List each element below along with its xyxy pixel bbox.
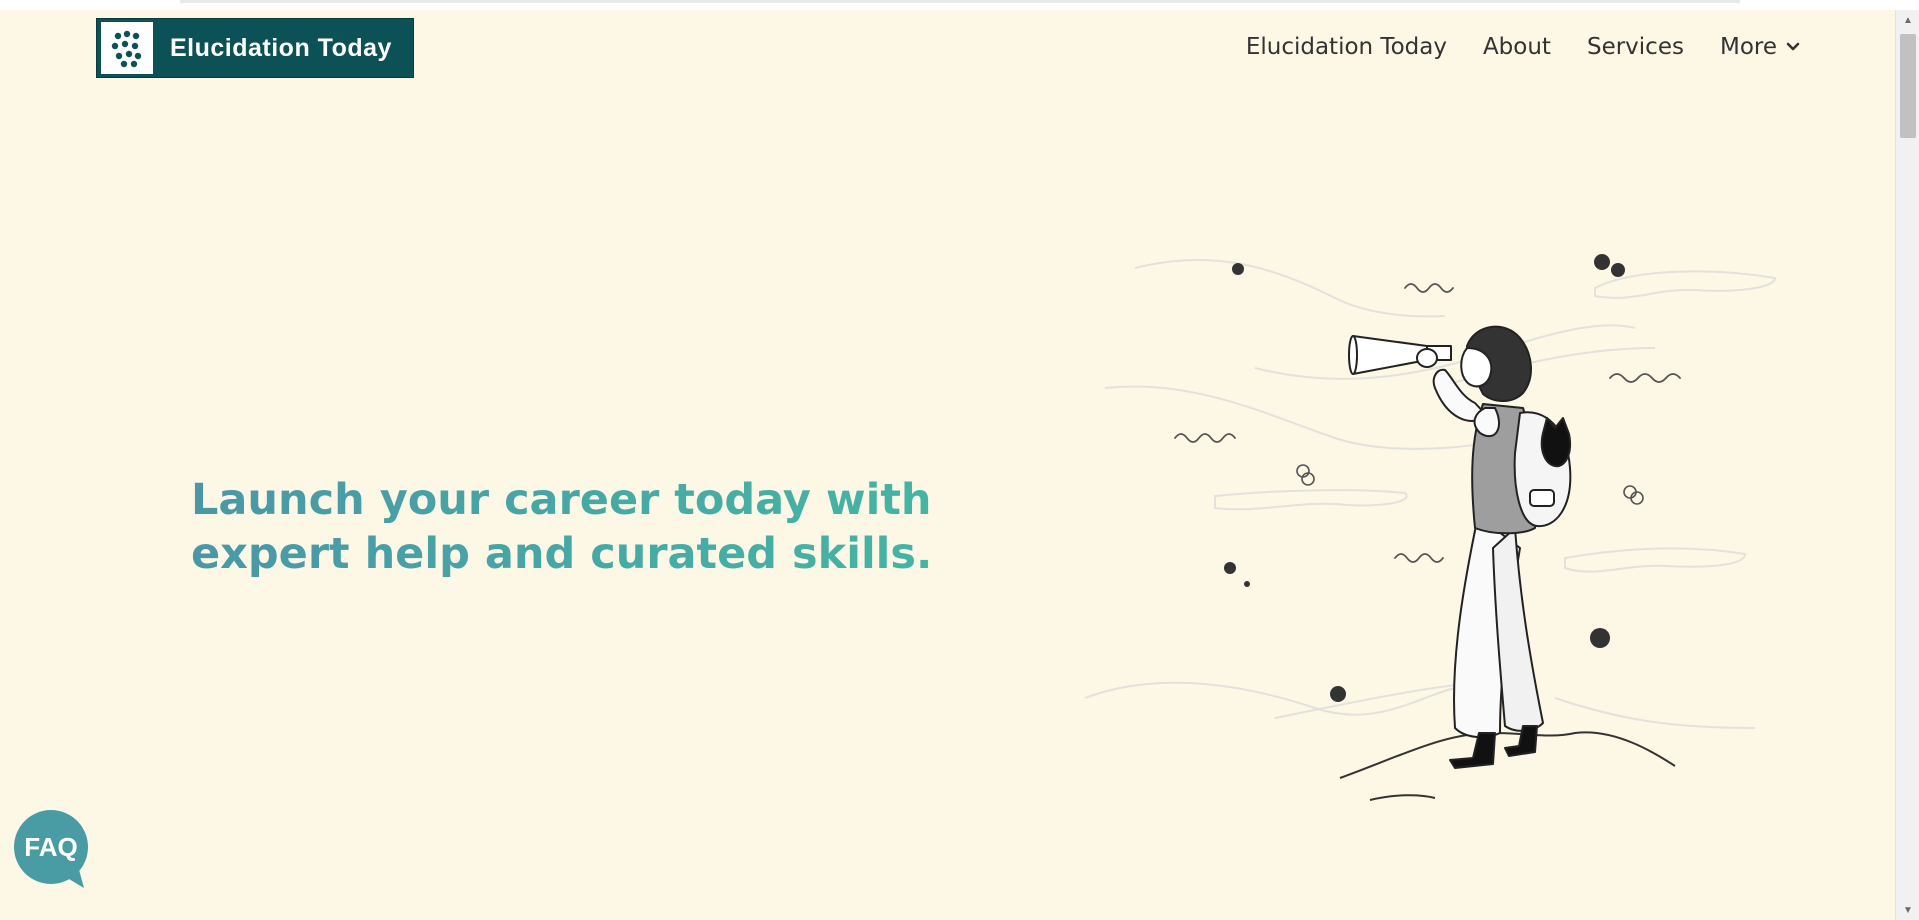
site-logo[interactable]: Elucidation Today: [96, 18, 414, 78]
vertical-scrollbar[interactable]: ▲ ▼: [1895, 10, 1919, 920]
faq-label: FAQ: [24, 832, 78, 862]
main-nav: Elucidation Today About Services More: [1246, 34, 1801, 60]
hero-title: Launch your career today with expert hel…: [191, 473, 991, 581]
nav-label: Elucidation Today: [1245, 34, 1447, 60]
hero-title-line-2: expert help and curated skills.: [191, 527, 991, 581]
scroll-down-arrow-icon[interactable]: ▼: [1896, 900, 1919, 920]
faq-button[interactable]: FAQ: [14, 810, 90, 892]
nav-item-about[interactable]: About: [1483, 34, 1551, 60]
hero-title-line-1: Launch your career today with: [191, 473, 991, 527]
nav-item-elucidation-today[interactable]: Elucidation Today: [1246, 34, 1447, 60]
chevron-down-icon: [1786, 42, 1800, 51]
nav-item-services[interactable]: Services: [1587, 34, 1684, 60]
nav-label: More: [1719, 34, 1777, 60]
dots-logo-icon: [101, 22, 153, 74]
nav-label: About: [1482, 34, 1551, 60]
page: Elucidation Today Elucidation Today Abou…: [0, 10, 1895, 920]
nav-label: Services: [1586, 34, 1684, 60]
logo-text: Elucidation Today: [170, 33, 392, 62]
scroll-thumb[interactable]: [1900, 34, 1916, 138]
scroll-up-arrow-icon[interactable]: ▲: [1896, 10, 1919, 30]
nav-item-more[interactable]: More: [1720, 34, 1801, 60]
person-with-telescope-illustration: [1084, 254, 1777, 801]
